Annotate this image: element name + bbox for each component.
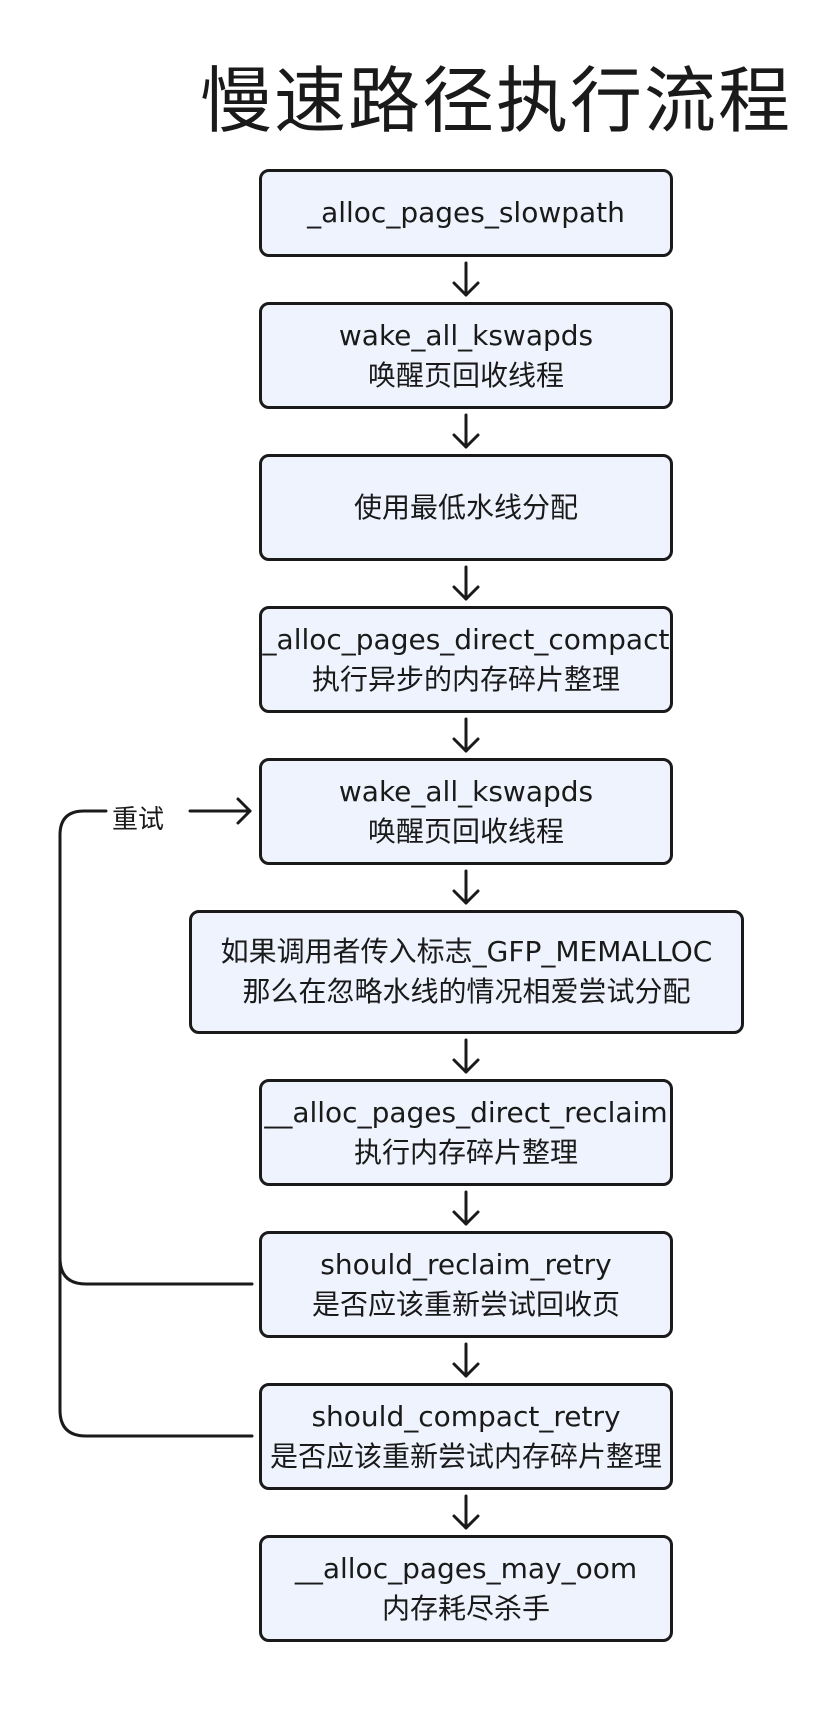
node-should-reclaim-retry: should_reclaim_retry 是否应该重新尝试回收页 xyxy=(259,1231,673,1338)
node-line2: 唤醒页回收线程 xyxy=(367,814,564,848)
node-line1: __alloc_pages_direct_reclaim xyxy=(264,1095,668,1129)
node-line2: 那么在忽略水线的情况相爱尝试分配 xyxy=(242,975,691,1008)
node-line1: 如果调用者传入标志_GFP_MEMALLOC xyxy=(220,935,713,968)
arrow-9-10 xyxy=(452,1494,480,1530)
node-may-oom: __alloc_pages_may_oom 内存耗尽杀手 xyxy=(259,1535,673,1642)
node-direct-reclaim: __alloc_pages_direct_reclaim 执行内存碎片整理 xyxy=(259,1079,673,1186)
node-line1: __alloc_pages_may_oom xyxy=(294,1551,638,1585)
retry-loop-from-reclaim xyxy=(58,809,254,1286)
arrow-5-6 xyxy=(452,869,480,905)
node-gfp-memalloc: 如果调用者传入标志_GFP_MEMALLOC 那么在忽略水线的情况相爱尝试分配 xyxy=(189,910,744,1034)
retry-label: 重试 xyxy=(108,802,169,838)
node-line1: 使用最低水线分配 xyxy=(353,490,578,524)
node-alloc-pages-slowpath: _alloc_pages_slowpath xyxy=(259,169,673,257)
node-line2: 执行异步的内存碎片整理 xyxy=(311,662,620,696)
node-line1: _alloc_pages_slowpath xyxy=(307,196,625,229)
arrow-2-3 xyxy=(452,413,480,449)
arrow-1-2 xyxy=(452,261,480,297)
arrow-6-7 xyxy=(452,1038,480,1074)
node-line1: wake_all_kswapds xyxy=(338,318,594,352)
node-line2: 执行内存碎片整理 xyxy=(353,1135,578,1169)
arrow-8-9 xyxy=(452,1342,480,1378)
node-line1: _alloc_pages_direct_compact xyxy=(262,622,670,656)
node-wake-all-kswapds-2: wake_all_kswapds 唤醒页回收线程 xyxy=(259,758,673,865)
arrow-3-4 xyxy=(452,565,480,601)
arrow-4-5 xyxy=(452,717,480,753)
node-line2: 唤醒页回收线程 xyxy=(367,358,564,392)
node-direct-compact: _alloc_pages_direct_compact 执行异步的内存碎片整理 xyxy=(259,606,673,713)
node-line2: 是否应该重新尝试回收页 xyxy=(311,1287,620,1321)
node-min-watermark-alloc: 使用最低水线分配 xyxy=(259,454,673,561)
node-should-compact-retry: should_compact_retry 是否应该重新尝试内存碎片整理 xyxy=(259,1383,673,1490)
arrow-7-8 xyxy=(452,1190,480,1226)
node-line2: 内存耗尽杀手 xyxy=(381,1591,550,1625)
node-wake-all-kswapds-1: wake_all_kswapds 唤醒页回收线程 xyxy=(259,302,673,409)
node-line1: should_compact_retry xyxy=(311,1399,621,1433)
node-line1: wake_all_kswapds xyxy=(338,774,594,808)
retry-arrow xyxy=(188,797,252,825)
node-line2: 是否应该重新尝试内存碎片整理 xyxy=(269,1439,662,1473)
node-line1: should_reclaim_retry xyxy=(320,1247,612,1281)
